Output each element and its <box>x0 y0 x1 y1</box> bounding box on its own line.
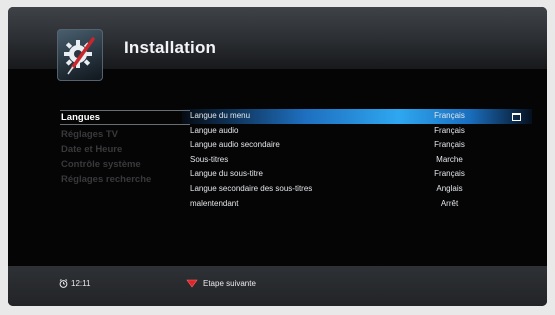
keyboard-icon[interactable] <box>512 113 521 121</box>
setting-label: Langue audio <box>190 125 239 135</box>
tv-screen: Installation Langues Réglages TV Date et… <box>8 7 547 306</box>
sidebar-item-reglages-tv[interactable]: Réglages TV <box>60 127 190 142</box>
setting-label: malentendant <box>190 198 239 208</box>
sidebar-item-reglages-recherche[interactable]: Réglages recherche <box>60 172 190 187</box>
setting-value: Anglais <box>436 183 463 193</box>
setting-value: Français <box>434 169 465 179</box>
settings-wrench-icon <box>57 29 103 81</box>
next-step-label[interactable]: Etape suivante <box>203 277 256 291</box>
setting-value: Français <box>434 111 465 120</box>
header-bar: Installation <box>8 7 547 81</box>
clock-time: 12:11 <box>71 279 91 288</box>
setting-label: Sous-titres <box>190 154 229 164</box>
setting-row-langue-audio[interactable]: Langue audio Français <box>182 124 532 139</box>
setting-row-langue-audio-secondaire[interactable]: Langue audio secondaire Français <box>182 138 532 153</box>
sidebar-item-controle-systeme[interactable]: Contrôle système <box>60 157 190 172</box>
page-title: Installation <box>124 38 217 57</box>
sidebar-menu: Langues Réglages TV Date et Heure Contrô… <box>60 110 190 187</box>
setting-value: Français <box>434 140 465 150</box>
setting-row-langue-secondaire-sous-titres[interactable]: Langue secondaire des sous-titres Anglai… <box>182 182 532 197</box>
setting-value: Français <box>434 125 465 135</box>
footer-bar: 12:11 Etape suivante <box>8 266 547 306</box>
settings-list: Langue du menu Français Langue audio Fra… <box>182 109 532 211</box>
setting-row-malentendant[interactable]: malentendant Arrêt <box>182 197 532 212</box>
setting-label: Langue du sous-titre <box>190 169 263 179</box>
setting-value: Marche <box>436 154 463 164</box>
alarm-clock-icon <box>59 279 68 288</box>
setting-row-sous-titres[interactable]: Sous-titres Marche <box>182 153 532 168</box>
setting-label: Langue secondaire des sous-titres <box>190 183 313 193</box>
red-button-icon[interactable] <box>186 279 198 288</box>
setting-label: Langue audio secondaire <box>190 140 280 150</box>
setting-row-langue-du-sous-titre[interactable]: Langue du sous-titre Français <box>182 167 532 182</box>
sidebar-item-langues[interactable]: Langues <box>60 110 190 125</box>
setting-row-langue-du-menu[interactable]: Langue du menu Français <box>182 109 532 124</box>
setting-value: Arrêt <box>440 198 459 208</box>
sidebar-item-date-et-heure[interactable]: Date et Heure <box>60 142 190 157</box>
setting-label: Langue du menu <box>190 111 251 120</box>
